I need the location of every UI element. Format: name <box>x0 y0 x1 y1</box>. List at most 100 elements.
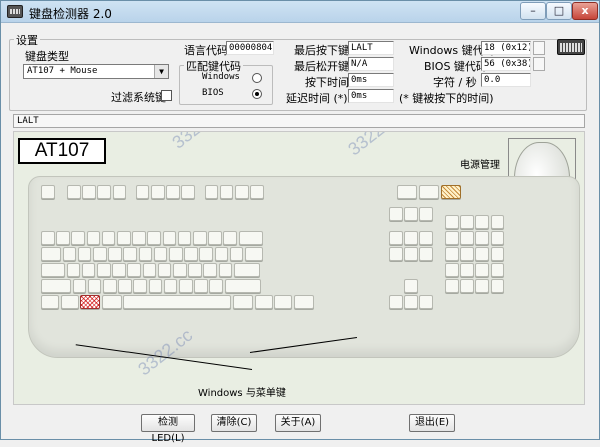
key-numpad <box>475 263 489 277</box>
about-button[interactable]: 关于(A) <box>275 414 321 432</box>
key-letter <box>133 279 147 293</box>
key-letter <box>86 231 101 245</box>
delay-note: (* 键被按下的时间) <box>399 92 494 105</box>
key-letter <box>112 263 126 277</box>
clear-button[interactable]: 清除(C) <box>211 414 257 432</box>
filter-system-keys-checkbox[interactable] <box>161 90 172 101</box>
chevron-down-icon[interactable]: ▼ <box>154 65 168 78</box>
key-bottom-row <box>60 295 79 309</box>
key-numpad <box>475 215 489 229</box>
radio-bios-label: BIOS <box>202 88 224 98</box>
lang-code-label: 语言代码 <box>184 44 228 57</box>
key-bottom-row <box>274 295 293 309</box>
key-function <box>97 185 111 199</box>
key-modifier <box>41 247 61 261</box>
press-time-field: 0ms <box>348 73 394 87</box>
key-letter <box>138 247 153 261</box>
last-pressed-label: 最后按下键 <box>294 44 349 57</box>
key-power <box>397 185 417 199</box>
minimize-button[interactable]: – <box>520 2 546 20</box>
exit-button[interactable]: 退出(E) <box>409 414 455 432</box>
key-letter <box>157 263 172 277</box>
filter-system-keys-label: 过滤系统键 <box>111 91 166 104</box>
bios-code-field: 56 (0x38) <box>481 57 531 71</box>
key-numpad <box>445 279 459 293</box>
key-letter <box>66 263 81 277</box>
key-nav <box>389 231 403 245</box>
key-function <box>204 185 219 199</box>
windows-code-field: 18 (0x12) <box>481 41 531 55</box>
key-function <box>112 185 127 199</box>
key-letter <box>132 231 146 245</box>
key-wide <box>224 279 261 293</box>
key-bottom-row <box>254 295 273 309</box>
close-button[interactable]: x <box>572 2 598 20</box>
key-numpad <box>445 231 459 245</box>
keyboard-icon <box>557 39 585 55</box>
keyboard-type-label: 键盘类型 <box>25 50 69 63</box>
key-letter <box>41 231 55 245</box>
keyboard-type-select[interactable]: AT107 + Mouse ▼ <box>23 64 169 79</box>
key-letter <box>97 263 111 277</box>
key-function <box>166 185 180 199</box>
key-letter <box>208 231 222 245</box>
radio-bios[interactable] <box>252 89 262 99</box>
key-letter <box>194 279 208 293</box>
maximize-button[interactable]: □ <box>546 2 572 20</box>
key-wide <box>245 247 263 261</box>
key-nav <box>389 207 403 221</box>
key-nav <box>404 207 418 221</box>
key-bottom-row <box>233 295 253 309</box>
key-letter <box>62 247 77 261</box>
test-led-button[interactable]: 检测LED(L) <box>141 414 195 444</box>
key-numpad <box>490 215 505 229</box>
key-numpad <box>475 247 489 261</box>
key-letter <box>118 279 132 293</box>
key-letter <box>142 263 157 277</box>
key-letter <box>193 231 207 245</box>
delay-time-label: 延迟时间 (*) <box>286 92 348 105</box>
key-numpad <box>490 247 505 261</box>
keyboard-type-value: AT107 + Mouse <box>27 66 98 76</box>
power-management-label: 电源管理 <box>460 160 500 171</box>
status-bar: LALT <box>13 114 585 128</box>
key-letter <box>179 279 193 293</box>
app-window: 键盘检测器 2.0 – □ x 设置 键盘类型 AT107 + Mouse ▼ … <box>0 0 600 444</box>
keyboard-image: AT107 电源管理 Windows 与菜单键 3322.cc 3322软件站 … <box>13 131 585 405</box>
last-pressed-field: LALT <box>348 41 394 55</box>
key-nav <box>389 247 403 261</box>
press-time-label: 按下时间 <box>305 76 349 89</box>
key-function <box>151 185 165 199</box>
key-arrow <box>404 295 418 309</box>
key-letter <box>177 231 192 245</box>
radio-windows[interactable] <box>252 73 262 83</box>
key-numpad <box>475 231 489 245</box>
key-letter <box>103 279 117 293</box>
key-arrow <box>389 295 403 309</box>
key-nav <box>404 247 418 261</box>
key-numpad <box>490 279 505 293</box>
last-released-label: 最后松开键 <box>294 60 349 73</box>
key-letter <box>93 247 107 261</box>
key-letter <box>188 263 202 277</box>
key-letter <box>127 263 141 277</box>
key-letter <box>147 231 161 245</box>
match-code-group: 匹配键代码 <box>179 58 273 105</box>
key-numpad <box>445 215 459 229</box>
key-numpad <box>460 263 474 277</box>
key-numpad <box>460 231 474 245</box>
key-function <box>67 185 81 199</box>
key-function <box>181 185 195 199</box>
key-letter <box>199 247 213 261</box>
key-modifier <box>41 279 71 293</box>
key-letter <box>184 247 198 261</box>
key-letter <box>153 247 168 261</box>
key-wide <box>238 231 263 245</box>
key-esc <box>41 185 55 199</box>
delay-time-field: 0ms <box>348 89 394 103</box>
key-numpad <box>490 263 505 277</box>
key-letter <box>148 279 163 293</box>
key-letter <box>173 263 187 277</box>
radio-windows-label: Windows <box>202 72 240 82</box>
keyboard-body <box>28 176 580 358</box>
